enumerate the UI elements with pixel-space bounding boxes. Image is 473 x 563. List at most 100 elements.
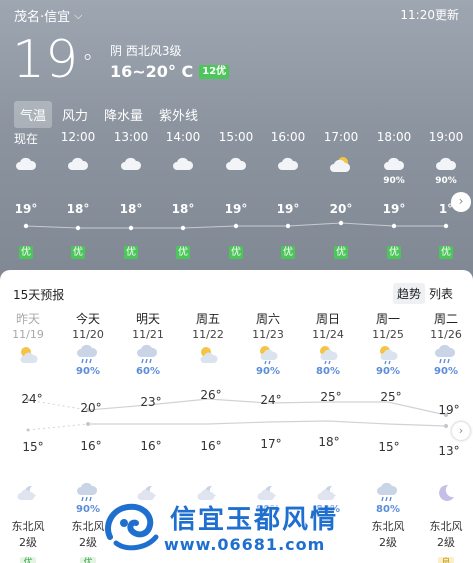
- aqi-badge: 优: [20, 557, 36, 563]
- low-temp: 16°: [200, 439, 222, 453]
- hour-temp: 19°: [14, 202, 38, 216]
- hour-temp: 18°: [119, 202, 143, 216]
- low-temp: 15°: [22, 440, 44, 454]
- wind-level: 2级: [437, 536, 455, 549]
- night-moon-icon: [439, 484, 454, 501]
- hour-aqi: 优: [387, 246, 401, 259]
- hour-precip: [0, 172, 52, 182]
- hour-column: 19:00 90% 1° 优: [420, 130, 472, 259]
- hour-precip: [262, 172, 314, 182]
- day-column[interactable]: 昨天 11/19: [0, 310, 58, 378]
- night-column[interactable]: 东北风 2级良: [416, 482, 473, 563]
- day-column[interactable]: 周日 11/24 80%: [298, 310, 358, 378]
- day-date: 11/20: [72, 328, 104, 341]
- high-temp: 25°: [320, 390, 342, 404]
- day-date: 11/21: [132, 328, 164, 341]
- hour-time: 14:00: [165, 130, 201, 144]
- hour-precip: 90%: [435, 176, 457, 186]
- wind-direction: 东北风: [11, 520, 45, 533]
- toggle-trend[interactable]: 趋势: [392, 283, 425, 304]
- location-selector[interactable]: 茂名·信宜 ⌵: [14, 6, 82, 26]
- watermark-title: 信宜玉都风情: [170, 505, 339, 535]
- rain-icon: [137, 344, 158, 364]
- scroll-right-icon[interactable]: ›: [452, 422, 470, 440]
- cloudy-icon: [173, 157, 194, 170]
- hour-temp: 19°: [276, 202, 300, 216]
- forecast-title: 15天预报: [13, 288, 65, 302]
- day-date: 11/26: [430, 328, 462, 341]
- rain-icon: [77, 344, 98, 364]
- hour-column: 14:00 18° 优: [157, 130, 209, 259]
- day-name: 昨天: [15, 312, 40, 326]
- hour-aqi: 优: [19, 246, 33, 259]
- tab-wind[interactable]: 风力: [56, 101, 94, 128]
- high-temp: 19°: [438, 403, 460, 417]
- watermark-logo: [105, 503, 159, 551]
- day-precip: 60%: [136, 366, 160, 377]
- hour-aqi: 优: [176, 246, 190, 259]
- day-column[interactable]: 周一 11/25 90%: [358, 310, 418, 378]
- day-precip: 90%: [434, 366, 458, 377]
- hour-aqi: 优: [229, 246, 243, 259]
- day-column[interactable]: 今天 11/20 90%: [58, 310, 118, 378]
- high-temp: 26°: [200, 388, 222, 402]
- hour-time: 现在: [13, 132, 38, 146]
- today-range: 16~20° C 12优: [110, 62, 230, 81]
- high-temp: 24°: [21, 392, 43, 406]
- day-date: 11/25: [372, 328, 404, 341]
- day-name: 周一: [375, 312, 400, 326]
- hour-aqi: 优: [281, 246, 295, 259]
- day-date: 11/22: [192, 328, 224, 341]
- day-column[interactable]: 周五 11/22: [178, 310, 238, 378]
- day-column[interactable]: 明天 11/21 60%: [118, 310, 178, 378]
- low-temp: 18°: [318, 435, 340, 449]
- hour-time: 19:00: [428, 130, 464, 144]
- hour-aqi: 优: [71, 246, 85, 259]
- hour-aqi: 优: [124, 246, 138, 259]
- hour-temp: 19°: [382, 202, 406, 216]
- day-precip: 90%: [76, 366, 100, 377]
- update-time: 11:20更新: [400, 8, 459, 22]
- cloudy-icon: [121, 157, 142, 170]
- aqi-badge[interactable]: 12优: [199, 64, 230, 79]
- hour-temp: 18°: [66, 202, 90, 216]
- day-date: 11/19: [12, 328, 44, 341]
- temp-range: 16~20° C: [110, 62, 194, 81]
- current-temperature: 19 °: [12, 30, 94, 90]
- hourly-forecast[interactable]: 现在 19° 优 12:00 18° 优 13:00 18° 优 14:00 1…: [0, 130, 473, 270]
- scroll-right-icon[interactable]: ›: [451, 192, 471, 212]
- low-temp: 13°: [438, 444, 460, 458]
- hour-temp: 18°: [171, 202, 195, 216]
- current-weather-panel: 茂名·信宜 ⌵ 11:20更新 19 ° 阴 西北风3级 16~20° C 12优…: [0, 0, 473, 282]
- day-precip: 90%: [376, 366, 400, 377]
- hour-column: 16:00 19° 优: [262, 130, 314, 259]
- day-column[interactable]: 周六 11/23 90%: [238, 310, 298, 378]
- tab-temperature[interactable]: 气温: [14, 101, 53, 128]
- tab-uv[interactable]: 紫外线: [153, 101, 204, 128]
- day-name: 周日: [315, 312, 340, 326]
- hour-temp: 20°: [329, 202, 353, 216]
- tab-precipitation[interactable]: 降水量: [98, 101, 149, 128]
- night-cloudy-icon: [17, 485, 36, 500]
- sun-rain-icon: [320, 346, 338, 365]
- watermark: 信宜玉都风情 www.06681.com: [102, 497, 382, 559]
- chevron-down-icon[interactable]: ⌵: [74, 9, 82, 23]
- sun-rain-icon: [260, 346, 278, 365]
- night-precip: [0, 504, 58, 516]
- low-temp: 17°: [260, 437, 282, 451]
- toggle-list[interactable]: 列表: [425, 283, 457, 304]
- hour-column: 15:00 19° 优: [210, 130, 262, 259]
- hour-column: 13:00 18° 优: [105, 130, 157, 259]
- current-condition: 阴 西北风3级: [110, 44, 182, 58]
- hour-precip: [52, 172, 104, 182]
- day-name: 周二: [433, 312, 458, 326]
- hour-aqi: 优: [334, 246, 348, 259]
- high-temp: 25°: [380, 390, 402, 404]
- day-name: 周五: [195, 312, 220, 326]
- hour-aqi: 优: [439, 246, 453, 259]
- hour-temp: 19°: [224, 202, 248, 216]
- aqi-badge: 优: [80, 557, 96, 563]
- night-column[interactable]: 东北风 2级优: [0, 482, 58, 563]
- day-column[interactable]: 周二 11/26 90%: [416, 310, 473, 378]
- location-name[interactable]: 茂名·信宜: [14, 6, 70, 25]
